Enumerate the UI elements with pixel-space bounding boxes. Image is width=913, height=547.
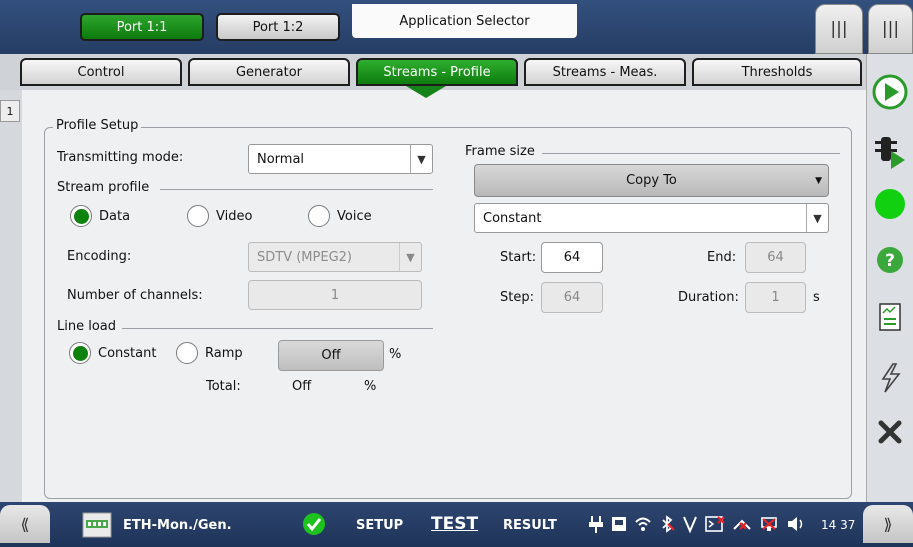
app-icon[interactable] bbox=[82, 512, 112, 542]
frame-size-title: Frame size bbox=[465, 144, 535, 159]
close-icon bbox=[878, 420, 902, 444]
line-load-title: Line load bbox=[57, 319, 117, 334]
setup-button[interactable]: SETUP bbox=[356, 518, 403, 533]
stream-profile-title: Stream profile bbox=[57, 180, 150, 195]
line-load-divider bbox=[122, 328, 433, 329]
radio-data[interactable] bbox=[70, 205, 92, 227]
end-input[interactable]: 64 bbox=[745, 242, 806, 273]
remote-icon bbox=[761, 517, 777, 531]
panel-number-badge[interactable]: 1 bbox=[0, 100, 20, 122]
svg-text:?: ? bbox=[885, 251, 895, 271]
power-plug-icon bbox=[589, 516, 603, 533]
transmitting-mode-select[interactable]: Normal ▼ bbox=[248, 144, 433, 174]
radio-data-label: Data bbox=[99, 209, 131, 224]
tab-thresholds[interactable]: Thresholds bbox=[692, 58, 862, 86]
left-panel-button[interactable]: ⟪ bbox=[0, 505, 50, 543]
radio-ramp[interactable] bbox=[176, 342, 198, 364]
radio-video-label: Video bbox=[216, 209, 253, 224]
result-button[interactable]: RESULT bbox=[503, 518, 557, 533]
encoding-label: Encoding: bbox=[67, 249, 132, 264]
panel-toggle-button[interactable]: ||| bbox=[868, 4, 913, 54]
line-load-value-button[interactable]: Off bbox=[278, 340, 384, 371]
help-button[interactable]: ? bbox=[870, 238, 910, 282]
total-value: Off bbox=[292, 379, 312, 394]
play-icon bbox=[872, 74, 908, 110]
start-label: Start: bbox=[500, 250, 537, 265]
v-icon bbox=[683, 516, 697, 533]
green-led-icon bbox=[875, 189, 905, 219]
total-unit: % bbox=[364, 379, 377, 394]
profile-setup-title: Profile Setup bbox=[53, 118, 142, 133]
start-input[interactable]: 64 bbox=[541, 242, 603, 273]
radio-voice-label: Voice bbox=[337, 209, 372, 224]
report-button[interactable] bbox=[870, 296, 910, 340]
status-led bbox=[870, 182, 910, 226]
transmitting-mode-value: Normal bbox=[257, 151, 305, 167]
tab-control[interactable]: Control bbox=[20, 58, 182, 86]
active-tab-pointer bbox=[406, 86, 446, 98]
chevron-down-icon: ▼ bbox=[806, 204, 828, 232]
transmitting-mode-label: Transmitting mode: bbox=[57, 150, 184, 165]
start-test-button[interactable] bbox=[870, 70, 910, 114]
traffic-light-icon bbox=[875, 137, 905, 169]
inject-error-button[interactable] bbox=[870, 356, 910, 400]
tab-streams-profile[interactable]: Streams - Profile bbox=[356, 58, 518, 86]
check-circle-icon bbox=[303, 513, 325, 535]
system-tray bbox=[588, 514, 806, 534]
close-button[interactable] bbox=[870, 410, 910, 454]
application-selector[interactable]: Application Selector bbox=[352, 4, 577, 38]
step-label: Step: bbox=[500, 290, 534, 305]
radio-constant[interactable] bbox=[69, 342, 91, 364]
step-input[interactable]: 64 bbox=[541, 282, 603, 313]
report-icon bbox=[879, 303, 901, 331]
radio-voice[interactable] bbox=[308, 205, 330, 227]
radio-constant-label: Constant bbox=[98, 346, 157, 361]
test-button[interactable]: TEST bbox=[431, 514, 478, 534]
status-ok bbox=[302, 512, 326, 540]
wifi-icon bbox=[635, 517, 651, 531]
encoding-value: SDTV (MPEG2) bbox=[257, 249, 352, 265]
frame-size-mode-value: Constant bbox=[483, 210, 542, 226]
app-name[interactable]: ETH-Mon./Gen. bbox=[123, 518, 232, 533]
line-load-unit: % bbox=[389, 347, 402, 362]
frame-size-divider bbox=[542, 153, 840, 154]
storage-icon bbox=[612, 517, 626, 531]
channels-label: Number of channels: bbox=[67, 288, 203, 303]
copy-to-button[interactable]: Copy To ▼ bbox=[474, 164, 829, 197]
menu-button[interactable]: ||| bbox=[815, 4, 863, 54]
help-icon: ? bbox=[877, 247, 903, 273]
lightning-icon bbox=[881, 363, 901, 393]
ethernet-module-icon bbox=[82, 512, 112, 538]
tab-generator[interactable]: Generator bbox=[188, 58, 350, 86]
traffic-button[interactable] bbox=[870, 130, 910, 174]
chevron-down-icon: ▼ bbox=[410, 145, 432, 173]
duration-unit: s bbox=[813, 290, 820, 305]
network-icon bbox=[733, 519, 751, 530]
end-label: End: bbox=[707, 250, 737, 265]
port-tab-1-2[interactable]: Port 1:2 bbox=[216, 13, 340, 41]
speaker-icon bbox=[788, 517, 803, 531]
total-label: Total: bbox=[206, 379, 241, 394]
terminal-icon bbox=[705, 516, 725, 532]
encoding-select[interactable]: SDTV (MPEG2) ▼ bbox=[248, 242, 422, 272]
port-tab-1-1[interactable]: Port 1:1 bbox=[80, 13, 204, 41]
copy-to-label: Copy To bbox=[626, 173, 677, 188]
frame-size-mode-select[interactable]: Constant ▼ bbox=[474, 203, 829, 233]
radio-ramp-label: Ramp bbox=[205, 346, 243, 361]
channels-field[interactable]: 1 bbox=[248, 280, 422, 310]
right-panel-button[interactable]: ⟫ bbox=[863, 505, 913, 543]
chevron-down-icon: ▼ bbox=[399, 243, 421, 271]
radio-video[interactable] bbox=[187, 205, 209, 227]
duration-label: Duration: bbox=[678, 290, 739, 305]
tab-streams-meas[interactable]: Streams - Meas. bbox=[524, 58, 686, 86]
chevron-down-icon: ▼ bbox=[815, 176, 822, 186]
bluetooth-icon bbox=[662, 515, 675, 533]
clock: 14 37 bbox=[821, 518, 856, 532]
radio-selected-dot bbox=[73, 208, 89, 224]
duration-input[interactable]: 1 bbox=[745, 282, 806, 313]
stream-profile-divider bbox=[160, 189, 433, 190]
radio-selected-dot bbox=[72, 345, 88, 361]
